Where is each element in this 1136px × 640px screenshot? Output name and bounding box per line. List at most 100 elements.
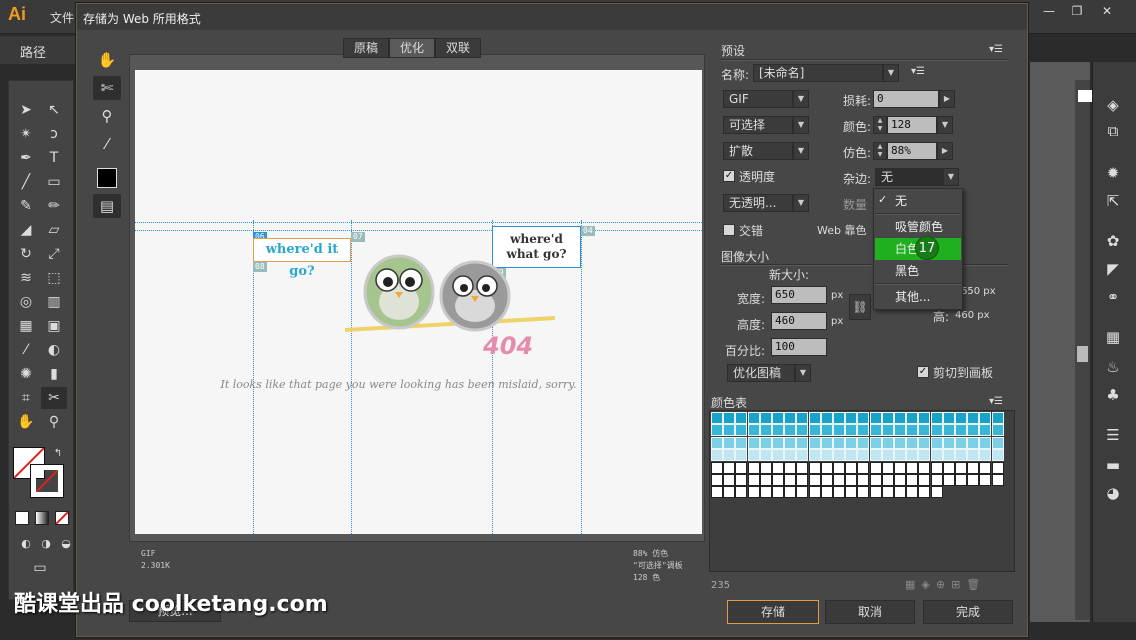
color-swatch[interactable]	[833, 436, 845, 449]
color-swatch[interactable]	[991, 436, 1004, 449]
panel-menu-icon[interactable]: ▾☰	[989, 44, 1003, 55]
blob-brush-icon[interactable]: ◢	[13, 219, 39, 241]
color-table[interactable]	[709, 410, 1015, 572]
color-swatch[interactable]	[930, 436, 943, 449]
transparency-dither-select[interactable]: 无透明...	[723, 194, 793, 212]
color-swatch[interactable]	[955, 424, 967, 437]
tab-2up[interactable]: 双联	[435, 38, 482, 58]
chevron-down-icon[interactable]: ▼	[793, 116, 809, 134]
shape-builder-icon[interactable]: ◎	[13, 291, 39, 313]
maximize-button[interactable]: ❐	[1066, 3, 1088, 19]
graphic-styles-icon[interactable]: ♨	[1102, 356, 1124, 378]
swatches-icon[interactable]: ✿	[1102, 230, 1124, 252]
type-tool-icon[interactable]: T	[41, 147, 67, 169]
chart-tool-icon[interactable]: ▥	[41, 291, 67, 313]
slice-select-tool-icon[interactable]: ✄	[93, 76, 121, 100]
color-swatch[interactable]	[881, 461, 894, 474]
color-swatch[interactable]	[930, 424, 943, 437]
slice-tool-icon[interactable]: ✂	[41, 387, 67, 409]
color-swatch[interactable]	[723, 449, 736, 462]
color-swatch[interactable]	[894, 461, 906, 474]
color-swatch[interactable]	[747, 474, 760, 486]
color-swatch[interactable]	[820, 474, 833, 486]
mesh-icon[interactable]: ▦	[13, 315, 39, 337]
color-swatch[interactable]	[918, 424, 931, 437]
color-swatch[interactable]	[820, 412, 833, 424]
selection-tool-icon[interactable]: ➤	[13, 99, 39, 121]
color-swatch[interactable]	[967, 436, 980, 449]
color-swatch[interactable]	[772, 474, 784, 486]
color-swatch[interactable]	[967, 424, 980, 437]
color-swatch[interactable]	[906, 449, 919, 462]
height-input[interactable]: 460	[771, 312, 827, 330]
color-swatch[interactable]	[759, 486, 772, 499]
color-swatch[interactable]	[857, 486, 870, 499]
color-swatch[interactable]	[808, 474, 821, 486]
chevron-down-icon[interactable]: ▼	[793, 142, 809, 160]
width-tool-icon[interactable]: ≋	[13, 267, 39, 289]
slider-arrow-icon[interactable]: ▶	[939, 90, 955, 108]
color-swatch[interactable]	[796, 474, 809, 486]
color-swatch[interactable]	[833, 449, 845, 462]
stepper-icon[interactable]: ▲ ▼	[873, 116, 887, 134]
pencil-icon[interactable]: ✏	[41, 195, 67, 217]
gradient-mode-icon[interactable]	[35, 511, 49, 525]
color-swatch[interactable]	[735, 461, 748, 474]
swap-colors-icon[interactable]: ↰	[45, 443, 71, 465]
color-swatch[interactable]	[796, 449, 809, 462]
color-swatch[interactable]	[735, 449, 748, 462]
percent-input[interactable]: 100	[771, 338, 827, 356]
color-swatch[interactable]	[808, 436, 821, 449]
zoom-tool-icon[interactable]: ⚲	[93, 104, 121, 128]
color-swatch[interactable]	[820, 486, 833, 499]
color-swatch[interactable]	[784, 474, 797, 486]
color-swatch[interactable]	[942, 424, 955, 437]
lossy-input[interactable]: 0	[873, 90, 939, 108]
color-swatch[interactable]	[711, 449, 723, 462]
preview-canvas[interactable]: 06 07 08 03 04 09 where'd it go? where'd…	[135, 70, 702, 534]
color-swatch[interactable]	[955, 461, 967, 474]
color-swatch[interactable]	[772, 461, 784, 474]
toggle-slices-icon[interactable]: ▤	[93, 194, 121, 218]
color-swatch[interactable]	[979, 436, 992, 449]
links-icon[interactable]: ⚭	[1102, 286, 1124, 308]
color-swatch[interactable]	[930, 449, 943, 462]
screen-mode-icon[interactable]: ▭	[27, 557, 53, 579]
color-swatch[interactable]	[942, 449, 955, 462]
color-swatch[interactable]	[723, 461, 736, 474]
color-swatch[interactable]	[784, 436, 797, 449]
slice-label[interactable]: 04	[581, 226, 595, 236]
color-swatch[interactable]	[967, 449, 980, 462]
color-swatch[interactable]	[723, 412, 736, 424]
color-swatch[interactable]	[784, 412, 797, 424]
eyedropper-icon[interactable]: ⁄	[13, 339, 39, 361]
color-swatch[interactable]	[979, 449, 992, 462]
dither-input[interactable]: 88%	[887, 142, 937, 160]
color-swatch[interactable]	[747, 449, 760, 462]
preset-menu-icon[interactable]: ▾☰	[911, 66, 925, 77]
color-swatch[interactable]	[747, 486, 760, 499]
color-swatch[interactable]	[833, 461, 845, 474]
color-swatch[interactable]	[869, 474, 882, 486]
hand-tool-icon[interactable]: ✋	[13, 411, 39, 433]
color-swatch[interactable]	[991, 412, 1004, 424]
color-swatch[interactable]	[942, 436, 955, 449]
color-swatch[interactable]	[955, 412, 967, 424]
color-swatch[interactable]	[918, 412, 931, 424]
color-swatch[interactable]	[894, 486, 906, 499]
color-swatch[interactable]	[930, 461, 943, 474]
color-swatch[interactable]	[869, 424, 882, 437]
rotate-icon[interactable]: ↻	[13, 243, 39, 265]
chevron-down-icon[interactable]: ▼	[793, 194, 809, 212]
free-transform-icon[interactable]: ⬚	[41, 267, 67, 289]
symbol-sprayer-icon[interactable]: ✺	[13, 363, 39, 385]
color-swatch[interactable]	[955, 436, 967, 449]
color-swatch[interactable]	[942, 474, 955, 486]
color-swatch[interactable]	[747, 461, 760, 474]
color-swatch[interactable]	[735, 474, 748, 486]
scale-icon[interactable]: ⤢	[41, 243, 67, 265]
color-swatch[interactable]	[820, 424, 833, 437]
eyedropper-color-swatch[interactable]	[97, 168, 117, 188]
color-swatch[interactable]	[881, 424, 894, 437]
color-swatch[interactable]	[747, 412, 760, 424]
